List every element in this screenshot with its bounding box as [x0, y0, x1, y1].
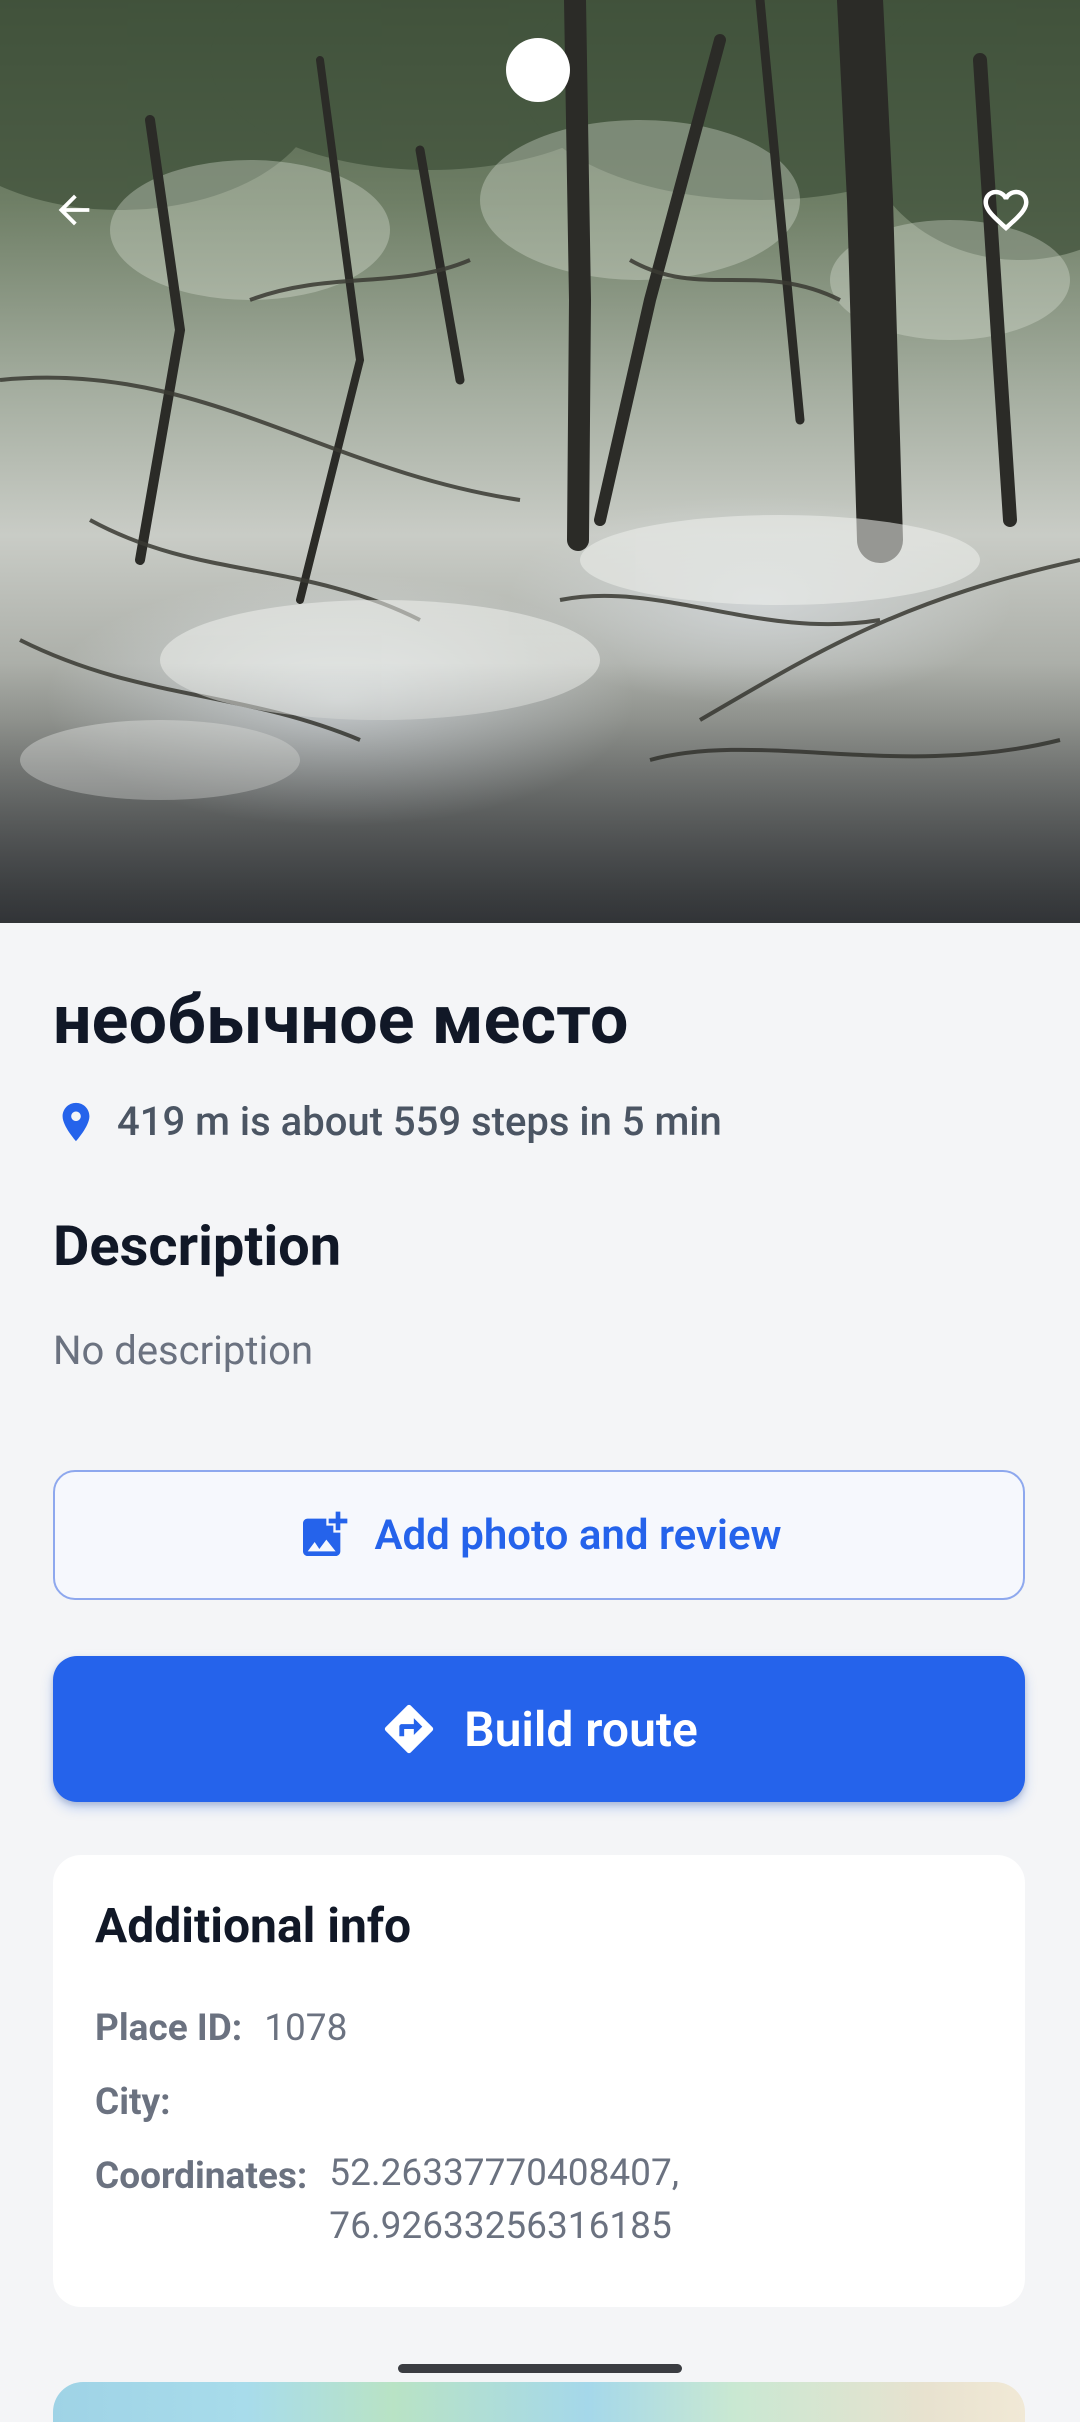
description-heading: Description: [53, 1213, 342, 1279]
add-photo-icon: [303, 1511, 348, 1556]
coordinates-row: Coordinates: 52.26337770408407, 76.92633…: [95, 2152, 679, 2253]
build-route-label: Build route: [464, 1700, 698, 1758]
additional-info-heading: Additional info: [95, 1897, 412, 1954]
camera-cutout: [506, 38, 570, 102]
place-id-row: Place ID: 1078: [95, 2007, 347, 2050]
favorite-button[interactable]: [964, 168, 1048, 252]
city-label: City:: [95, 2081, 171, 2124]
city-row: City:: [95, 2081, 171, 2124]
heart-outline-icon: [983, 189, 1029, 232]
distance-text: 419 m is about 559 steps in 5 min: [117, 1098, 722, 1145]
place-title: необычное место: [53, 980, 629, 1060]
coordinates-line-1: 52.26337770408407,: [329, 2152, 680, 2195]
directions-icon: [385, 1704, 434, 1754]
description-text: No description: [53, 1327, 314, 1374]
coordinates-label: Coordinates:: [95, 2155, 308, 2198]
back-button[interactable]: [32, 168, 116, 252]
place-id-value: 1078: [264, 2007, 348, 2050]
build-route-button[interactable]: Build route: [53, 1656, 1025, 1802]
place-photo: [0, 0, 1080, 923]
additional-info-card: Additional info Place ID: 1078 City: Coor…: [53, 1855, 1025, 2307]
coordinates-line-2: 76.92633256316185: [329, 2205, 672, 2248]
map-pin-icon: [62, 1102, 90, 1141]
place-id-label: Place ID:: [95, 2007, 243, 2050]
arrow-left-icon: [58, 194, 90, 226]
coordinates-value: 52.26337770408407, 76.92633256316185: [329, 2147, 679, 2253]
map-preview[interactable]: [53, 2382, 1025, 2422]
home-indicator[interactable]: [398, 2364, 682, 2373]
add-photo-review-button[interactable]: Add photo and review: [53, 1470, 1025, 1600]
distance-info: 419 m is about 559 steps in 5 min: [53, 1098, 722, 1145]
add-photo-review-label: Add photo and review: [374, 1510, 782, 1560]
